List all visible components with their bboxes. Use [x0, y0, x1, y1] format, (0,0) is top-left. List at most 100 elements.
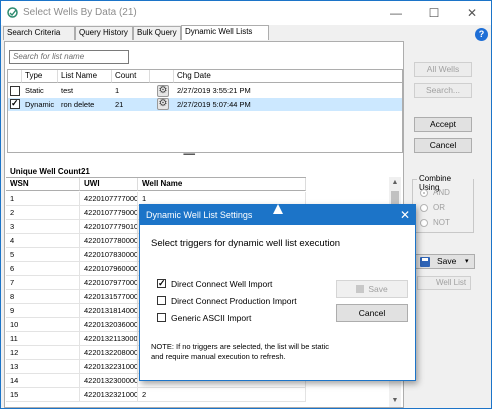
wells-header-uwi: UWI: [80, 178, 138, 191]
wells-cell-wsn: 5: [6, 248, 80, 262]
well-lists-grid: Type List Name Count Chg Date Static tes…: [7, 69, 403, 153]
chevron-down-icon[interactable]: ▾: [465, 255, 469, 268]
tab-bulk-query[interactable]: Bulk Query: [133, 26, 181, 40]
direct-connect-well-import-checkbox[interactable]: [157, 278, 166, 289]
dialog-close-button[interactable]: ✕: [395, 205, 415, 225]
wells-cell-uwi: 42201323210000: [80, 388, 138, 402]
wells-cell-wsn: 11: [6, 332, 80, 346]
minimize-button[interactable]: —: [377, 1, 415, 25]
wells-cell-uwi: 42201077770000: [80, 192, 138, 206]
tab-search-criteria[interactable]: Search Criteria: [3, 26, 75, 40]
list-row-checkbox[interactable]: [10, 86, 20, 96]
unique-well-count-value: 21: [80, 167, 90, 176]
gear-icon[interactable]: ⚙: [157, 98, 169, 110]
list-row-count: 21: [115, 100, 124, 109]
help-icon[interactable]: ?: [475, 28, 488, 41]
wells-cell-wsn: 4: [6, 234, 80, 248]
grid-header-count: Count: [112, 70, 150, 83]
wells-cell-wsn: 15: [6, 388, 80, 402]
grid-header-check: [8, 70, 22, 83]
direct-connect-production-import-checkbox[interactable]: [157, 296, 166, 305]
scroll-up-icon[interactable]: ▲: [389, 177, 401, 189]
wells-cell-uwi: 42201321130000: [80, 332, 138, 346]
dialog-cancel-button[interactable]: Cancel: [336, 304, 408, 322]
title-bar: Select Wells By Data (21) — ☐ ✕: [1, 1, 491, 25]
unique-well-count-label: Unique Well Count: [10, 167, 81, 176]
main-window: Select Wells By Data (21) — ☐ ✕ Search C…: [0, 0, 492, 409]
wells-cell-uwi: 42201315770000: [80, 290, 138, 304]
search-button[interactable]: Search...: [414, 83, 472, 98]
mouse-cursor-icon: [273, 204, 283, 214]
floppy-disk-icon: [420, 257, 430, 267]
well-list-button[interactable]: Well List: [417, 276, 471, 290]
direct-connect-well-import-label: Direct Connect Well Import: [171, 279, 273, 289]
dynamic-well-list-settings-dialog: Dynamic Well List Settings ✕ Select trig…: [139, 204, 416, 381]
grid-header-type: Type: [22, 70, 58, 83]
maximize-button[interactable]: ☐: [415, 1, 453, 25]
grid-header-chg-date: Chg Date: [174, 70, 402, 83]
window-title: Select Wells By Data (21): [23, 7, 137, 18]
wells-cell-wsn: 9: [6, 304, 80, 318]
grid-header-settings: [150, 70, 174, 83]
all-wells-button[interactable]: All Wells: [414, 62, 472, 77]
unique-well-count: Unique Well Count21: [10, 167, 90, 176]
wells-cell-wsn: 13: [6, 360, 80, 374]
direct-connect-production-import-label: Direct Connect Production Import: [171, 296, 297, 306]
wells-cell-uwi: 42201078300000: [80, 248, 138, 262]
dialog-note: NOTE: If no triggers are selected, the l…: [151, 342, 329, 361]
wells-header-well-name: Well Name: [138, 178, 306, 191]
generic-ascii-import-label: Generic ASCII Import: [171, 313, 252, 323]
combine-using-group: Combine Using AND OR NOT: [412, 174, 474, 233]
wells-cell-wsn: 6: [6, 262, 80, 276]
wells-cell-wsn: 12: [6, 346, 80, 360]
list-row-checkbox[interactable]: [10, 98, 20, 109]
tab-query-history[interactable]: Query History: [75, 26, 133, 40]
floppy-disk-icon: [356, 285, 365, 293]
dialog-heading: Select triggers for dynamic well list ex…: [151, 238, 341, 249]
list-row-count: 1: [115, 86, 120, 95]
wells-cell-uwi: 42201322310000: [80, 360, 138, 374]
wells-cell-uwi: 42201320360000: [80, 318, 138, 332]
accept-button[interactable]: Accept: [414, 117, 472, 132]
not-label: NOT: [433, 218, 450, 227]
wells-cell-uwi: 42201079770000: [80, 276, 138, 290]
wells-cell-uwi: 42201077800000: [80, 234, 138, 248]
tab-dynamic-well-lists[interactable]: Dynamic Well Lists: [181, 25, 269, 40]
wells-cell-uwi: 42201318140000: [80, 304, 138, 318]
splitter-grip[interactable]: ▪▪▪▪▪▪▪▪▪▪: [183, 152, 213, 158]
grid-header-list-name: List Name: [58, 70, 112, 83]
wells-header-wsn: WSN: [6, 178, 80, 191]
wells-cell-uwi: 42201077790000: [80, 206, 138, 220]
wells-cell-uwi: 42201322080000: [80, 346, 138, 360]
save-dropdown-button[interactable]: Save ▾: [413, 254, 475, 269]
not-radio[interactable]: [420, 219, 428, 227]
wells-cell-uwi: 42201077790101: [80, 220, 138, 234]
wells-cell-uwi: 42201079600000: [80, 262, 138, 276]
list-row-name: test: [61, 86, 74, 95]
wells-cell-wsn: 8: [6, 290, 80, 304]
generic-ascii-import-checkbox[interactable]: [157, 313, 166, 322]
and-label: AND: [433, 188, 450, 197]
and-radio[interactable]: [420, 189, 428, 197]
wells-cell-wsn: 2: [6, 206, 80, 220]
wells-cell-wsn: 1: [6, 192, 80, 206]
list-row-name: ron delete: [61, 100, 95, 109]
wells-cell-wsn: 3: [6, 220, 80, 234]
list-row-type: Static: [25, 86, 44, 95]
close-button[interactable]: ✕: [453, 1, 491, 25]
list-row-type: Dynamic: [25, 100, 55, 109]
wells-cell-wsn: 10: [6, 318, 80, 332]
wells-cell-uwi: 42201323000000: [80, 374, 138, 388]
or-label: OR: [433, 203, 445, 212]
wells-cell-well-name: 2: [138, 388, 306, 402]
app-icon: [7, 7, 18, 18]
gear-icon[interactable]: ⚙: [157, 85, 169, 97]
cancel-button[interactable]: Cancel: [414, 138, 472, 153]
wells-cell-wsn: 14: [6, 374, 80, 388]
dialog-save-button[interactable]: Save: [336, 280, 408, 298]
save-label: Save: [437, 256, 457, 266]
search-input[interactable]: Search for list name: [9, 50, 129, 64]
or-radio[interactable]: [420, 204, 428, 212]
scroll-down-icon[interactable]: ▼: [389, 395, 401, 407]
list-row-date: 2/27/2019 3:55:21 PM: [177, 86, 251, 95]
